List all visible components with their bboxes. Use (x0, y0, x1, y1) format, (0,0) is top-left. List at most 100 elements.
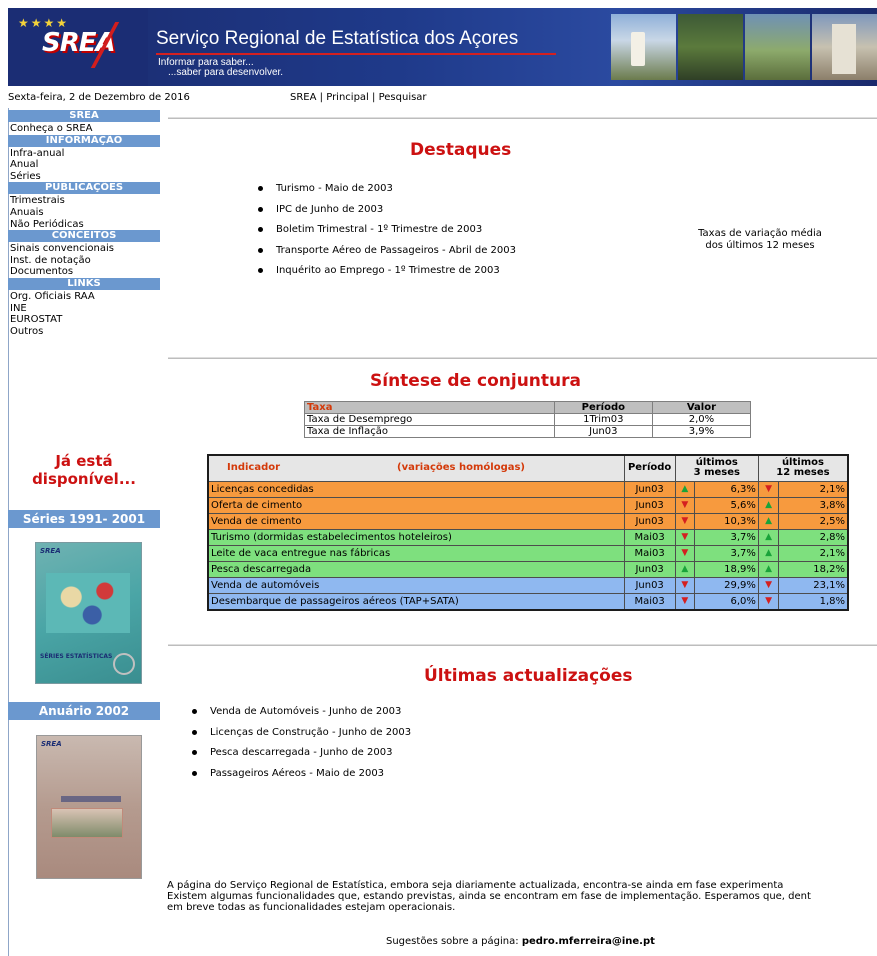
table-row: Taxa de Inflação Jun03 3,9% (304, 425, 752, 438)
up-triangle-icon: ▲ (757, 544, 780, 562)
sidebar-item-notacao[interactable]: Inst. de notação (8, 255, 160, 267)
indicator-12m-value: 18,2% (778, 560, 849, 578)
anuario-promo-link[interactable]: Anuário 2002 (8, 702, 160, 720)
col-indicador: Indicador (variações homólogas) (207, 454, 625, 482)
up-triangle-icon: ▲ (674, 480, 695, 498)
destaque-item[interactable]: Turismo - Maio de 2003 (258, 182, 516, 203)
footer-line-1: A página do Serviço Regional de Estatíst… (167, 880, 784, 891)
top-nav: SREA | Principal | Pesquisar (290, 92, 427, 103)
nav-separator: | (372, 92, 376, 103)
indicator-name[interactable]: Oferta de cimento (207, 496, 625, 514)
up-triangle-icon: ▲ (757, 496, 780, 514)
sintese-title: Síntese de conjuntura (370, 371, 581, 391)
down-triangle-icon: ▼ (757, 576, 780, 594)
indicator-name[interactable]: Venda de automóveis (207, 576, 625, 594)
taxa-name[interactable]: Taxa de Desemprego (304, 413, 555, 426)
sidebar-item-outros[interactable]: Outros (8, 326, 160, 338)
indicator-3m-value: 29,9% (693, 576, 759, 594)
taxas-note: Taxas de variação média dos últimos 12 m… (680, 228, 840, 252)
table-row: Leite de vaca entregue nas fábricas Mai03… (207, 544, 849, 562)
series-promo-link[interactable]: Séries 1991- 2001 (8, 510, 160, 528)
footer-line-3: em breve todas as funcionalidades esteja… (167, 902, 456, 913)
destaque-item[interactable]: Transporte Aéreo de Passageiros - Abril … (258, 244, 516, 265)
sidebar-item-infra-anual[interactable]: Infra-anual (8, 148, 160, 160)
sidebar-item-series[interactable]: Séries (8, 171, 160, 183)
magnifier-icon (113, 653, 135, 675)
site-title: Serviço Regional de Estatística dos Açor… (156, 28, 519, 49)
table-header-row: Indicador (variações homólogas) Período … (207, 454, 849, 482)
divider (168, 117, 877, 119)
indicator-name[interactable]: Licenças concedidas (207, 480, 625, 498)
actualizacao-item[interactable]: Licenças de Construção - Junho de 2003 (192, 726, 411, 747)
book-title-band (61, 796, 121, 802)
email-link[interactable]: pedro.mferreira@ine.pt (522, 936, 655, 947)
destaque-item[interactable]: Boletim Trimestral - 1º Trimestre de 200… (258, 223, 516, 244)
nav-pesquisar-link[interactable]: Pesquisar (379, 92, 427, 103)
sidebar-item-nao-periodicas[interactable]: Não Periódicas (8, 219, 160, 231)
sidebar-heading-publicacoes: PUBLICAÇÕES (8, 182, 160, 195)
tagline-2: ...saber para desenvolver. (168, 67, 284, 78)
col-ultimos-12: últimos 12 meses (757, 454, 849, 482)
taxa-valor: 3,9% (651, 425, 752, 438)
church-photo (812, 14, 877, 80)
anuario-book-cover[interactable]: SREA (36, 735, 142, 879)
down-triangle-icon: ▼ (757, 592, 780, 610)
sidebar-item-conheca[interactable]: Conheça o SREA (8, 123, 160, 135)
destaques-title: Destaques (410, 140, 512, 160)
indicator-12m-value: 1,8% (778, 592, 849, 610)
destaque-item[interactable]: Inquérito ao Emprego - 1º Trimestre de 2… (258, 264, 516, 285)
actualizacao-item[interactable]: Venda de Automóveis - Junho de 2003 (192, 705, 411, 726)
indicator-12m-value: 23,1% (778, 576, 849, 594)
indicator-3m-value: 6,0% (693, 592, 759, 610)
series-book-cover[interactable]: SREA SÉRIES ESTATÍSTICAS (35, 542, 142, 684)
variacoes-label: (variações homólogas) (397, 462, 525, 474)
sidebar-item-anuais[interactable]: Anuais (8, 207, 160, 219)
sidebar-item-sinais[interactable]: Sinais convencionais (8, 243, 160, 255)
sidebar-heading-conceitos: CONCEITOS (8, 230, 160, 243)
srea-logo[interactable]: ★★★★ SREA (8, 8, 152, 86)
up-triangle-icon: ▲ (757, 512, 780, 530)
book-label: SÉRIES ESTATÍSTICAS (40, 653, 113, 660)
sidebar-item-eurostat[interactable]: EUROSTAT (8, 314, 160, 326)
col-ultimos-3: últimos 3 meses (674, 454, 759, 482)
promo-title-line-2: disponível... (32, 470, 136, 488)
taxa-name[interactable]: Taxa de Inflação (304, 425, 555, 438)
table-row: Pesca descarregada Jun03 ▲ 18,9% ▲ 18,2% (207, 560, 849, 578)
table-row: Venda de cimento Jun03 ▼ 10,3% ▲ 2,5% (207, 512, 849, 530)
down-triangle-icon: ▼ (674, 576, 695, 594)
nav-principal-link[interactable]: Principal (326, 92, 369, 103)
actualizacoes-list: Venda de Automóveis - Junho de 2003 Lice… (192, 705, 411, 787)
nav-srea-link[interactable]: SREA (290, 92, 316, 103)
up-triangle-icon: ▲ (674, 560, 695, 578)
ultimos-3-line-2: 3 meses (693, 467, 740, 479)
indicator-name[interactable]: Venda de cimento (207, 512, 625, 530)
sidebar-item-trimestrais[interactable]: Trimestrais (8, 195, 160, 207)
windmill-photo (611, 14, 676, 80)
indicator-3m-value: 3,7% (693, 528, 759, 546)
ultimos-12-line-2: 12 meses (776, 467, 830, 479)
down-triangle-icon: ▼ (674, 592, 695, 610)
down-triangle-icon: ▼ (674, 512, 695, 530)
actualizacao-item[interactable]: Pesca descarregada - Junho de 2003 (192, 746, 411, 767)
down-triangle-icon: ▼ (757, 480, 780, 498)
indicator-name[interactable]: Desembarque de passageiros aéreos (TAP+S… (207, 592, 625, 610)
indicator-12m-value: 2,8% (778, 528, 849, 546)
actualizacao-item[interactable]: Passageiros Aéreos - Maio de 2003 (192, 767, 411, 788)
current-date: Sexta-feira, 2 de Dezembro de 2016 (8, 92, 190, 103)
sidebar-item-anual[interactable]: Anual (8, 159, 160, 171)
indicator-name[interactable]: Turismo (dormidas estabelecimentos hotel… (207, 528, 625, 546)
indicator-name[interactable]: Leite de vaca entregue nas fábricas (207, 544, 625, 562)
indicator-3m-value: 6,3% (693, 480, 759, 498)
indicator-name[interactable]: Pesca descarregada (207, 560, 625, 578)
sidebar-heading-links: LINKS (8, 277, 160, 290)
indicator-12m-value: 2,1% (778, 544, 849, 562)
destaque-item[interactable]: IPC de Junho de 2003 (258, 203, 516, 224)
header-photos (611, 14, 877, 80)
sidebar-item-documentos[interactable]: Documentos (8, 266, 160, 278)
divider (168, 644, 877, 646)
taxa-periodo: Jun03 (553, 425, 653, 438)
sidebar-item-org-oficiais[interactable]: Org. Oficiais RAA (8, 291, 160, 303)
sidebar-heading-informacao: INFORMAÇÃO (8, 134, 160, 147)
actualizacoes-title: Últimas actualizações (424, 666, 633, 686)
sidebar-item-ine[interactable]: INE (8, 303, 160, 315)
